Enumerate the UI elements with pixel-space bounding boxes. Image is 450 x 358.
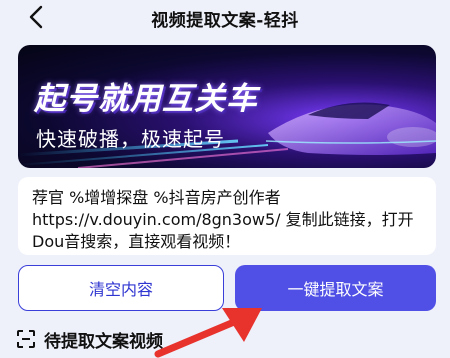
clipped-text-line: ……… — [32, 179, 424, 187]
scan-frame-icon — [17, 330, 35, 348]
share-text: 荐官 %增增探盘 %抖音房产创作者 https://v.douyin.com/8… — [32, 188, 414, 251]
pending-videos-section: 待提取文案视频 — [16, 326, 163, 352]
link-text-input[interactable]: ……… 荐官 %增增探盘 %抖音房产创作者 https://v.douyin.c… — [18, 177, 436, 255]
banner-subtitle: 快速破播，极速起号 — [36, 127, 225, 151]
red-arrow-icon — [154, 308, 262, 358]
page-title: 视频提取文案-轻抖 — [151, 11, 299, 31]
section-title: 待提取文案视频 — [44, 331, 163, 352]
banner-headline: 起号就用互关车 — [34, 81, 258, 117]
promo-banner[interactable]: 起号就用互关车 快速破播，极速起号 — [18, 45, 436, 168]
top-bar: 视频提取文案-轻抖 — [0, 0, 450, 34]
